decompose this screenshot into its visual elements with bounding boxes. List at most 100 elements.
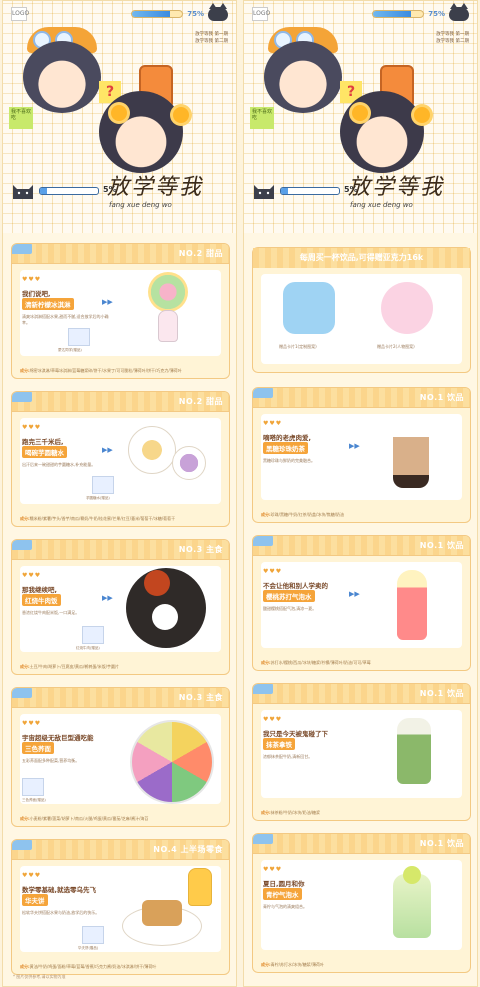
menu-card[interactable]: NO.1 饮品 ♥♥♥ 我只是今天被鬼碰了下 抹茶拿铁 浓郁抹茶配牛奶,清新回甘… (252, 683, 471, 821)
play-icon[interactable]: ▶▶ (102, 298, 113, 306)
thumbnail[interactable] (82, 926, 104, 944)
juice-glass (188, 868, 212, 906)
footer-note: * 图片仅供参考,请以实物为准 (13, 974, 66, 979)
card-body (261, 414, 462, 500)
character-2 (99, 91, 183, 173)
ingredients-text: 土豆/牛肉/胡萝卜/豆腐皮/黄瓜/鹌鹑蛋/米饭/芋圆片 (29, 664, 120, 669)
cat-tab-icon (253, 536, 273, 546)
card-line2: 红烧牛肉饭 (22, 594, 61, 606)
thumbnail[interactable] (92, 476, 114, 494)
card-line2: 清新柠檬冰淇淋 (22, 298, 74, 310)
card-body (20, 270, 221, 356)
noodle-plate (130, 720, 214, 804)
ingredients: 成分:苏打水/樱桃/西瓜/冰块/糖浆/柠檬/薄荷叶/奶油/可可/草莓 (261, 660, 462, 666)
character-1 (264, 41, 342, 113)
cat-tab-icon (12, 244, 32, 254)
menu-card[interactable]: NO.1 饮品 ♥♥♥ 夏日,圆月和你 青柠气泡水 青柠与气泡的清爽组合。 成分… (252, 833, 471, 973)
ingredients-label: 成分: (261, 962, 271, 967)
dessert-image (148, 272, 188, 312)
acrylic-stand-2[interactable] (381, 282, 433, 334)
play-icon[interactable]: ▶▶ (349, 590, 360, 598)
promo-banner[interactable]: 每周买一杯饮品,可得赠亚克力16k 赠品卡片1(定制图案) 赠品卡片2(人物图案… (252, 247, 471, 373)
acrylic-stand-1[interactable] (283, 282, 335, 334)
ingredients: 成分:珍珠/黑糖/牛奶/红茶/奶盖/冰块/焦糖/奶油 (261, 512, 462, 518)
menu-card[interactable]: NO.2 甜品 ♥♥♥ 我们说吧, 清新柠檬冰淇淋 ▶▶ 清爽冰淇淋搭配水果,甜… (11, 243, 230, 379)
hearts-icon: ♥♥♥ (22, 572, 42, 579)
menu-card[interactable]: NO.3 主食 ♥♥♥ 宇宙超级无敌巨型通吃能 三色荞面 五彩荞面配多种配菜,营… (11, 687, 230, 827)
card-line1: 跑完三千米后, (22, 438, 64, 446)
bowl-image (128, 426, 176, 474)
menu-card[interactable]: NO.1 饮品 ♥♥♥ 嘀嗒的老虎肉爱, 黑糖珍珠奶茶 ▶▶ 黑糖珍珠与鲜奶的完… (252, 387, 471, 523)
ingredients-text: 珍珠/黑糖/牛奶/红茶/奶盖/冰块/焦糖/奶油 (270, 512, 345, 517)
card-description: 青柠与气泡的清爽组合。 (263, 904, 307, 909)
menu-card[interactable]: NO.2 甜品 ♥♥♥ 跑完三千米后, 喝碗芋圆糖水 ▶▶ 出汗后来一碗甜甜的芋… (11, 391, 230, 527)
thumbnail[interactable] (22, 778, 44, 796)
hearts-icon: ♥♥♥ (263, 716, 283, 723)
card-line1: 数学零基础,就选零乌先飞 (22, 886, 96, 894)
hud-bar: LOGO 75% (252, 3, 469, 21)
rank-label: NO.3 主食 (178, 545, 223, 554)
stand-caption: 赠品卡片1(定制图案) (279, 344, 317, 349)
hearts-icon: ♥♥♥ (263, 866, 283, 873)
cat-icon (13, 185, 33, 199)
side-note: 放学等我 第二期 (436, 39, 469, 44)
sticky-note: 我不喜欢吃 (9, 107, 33, 129)
ingredients-label: 成分: (20, 964, 30, 969)
side-notes: 放学等我 第一期 放学等我 第二期 (436, 31, 469, 45)
cat-icon (449, 3, 469, 21)
hearts-icon: ♥♥♥ (22, 872, 42, 879)
ingredients-text: 苏打水/樱桃/西瓜/冰块/糖浆/柠檬/薄荷叶/奶油/可可/草莓 (270, 660, 371, 665)
side-notes: 放学等我 第一期 放学等我 第二期 (195, 31, 228, 45)
ingredients: 成分:青柠/苏打水/冰块/糖浆/薄荷叶 (261, 962, 462, 968)
menu-card[interactable]: NO.4 上半场零食 ♥♥♥ 数学零基础,就选零乌先飞 华夫饼 松软华夫饼搭配水… (11, 839, 230, 975)
play-icon[interactable]: ▶▶ (102, 446, 113, 454)
rice-bowl (152, 604, 178, 630)
menu-card[interactable]: NO.1 饮品 ♥♥♥ 不会让他和别人学卖的 樱桃苏打气泡水 ▶▶ 酸甜樱桃搭配… (252, 535, 471, 671)
card-header: NO.1 饮品 (253, 536, 470, 556)
thumbnail[interactable] (82, 626, 104, 644)
cat-tab-icon (12, 840, 32, 850)
ingredients: 成分:抹茶粉/牛奶/冰块/奶油/糖浆 (261, 810, 462, 816)
play-icon[interactable]: ▶▶ (349, 442, 360, 450)
ingredients-text: 黄油/牛奶/鸡蛋/面粉/草莓/蓝莓/香蕉/巧克力酱/奶油/冰淇淋/饼干/薄荷叶 (29, 964, 157, 969)
cat-tab-icon (253, 684, 273, 694)
card-header: NO.3 主食 (12, 688, 229, 708)
cat-icon (254, 185, 274, 199)
ingredients-text: 青柠/苏打水/冰块/糖浆/薄荷叶 (270, 962, 324, 967)
ingredients: 成分:糯米粉/紫薯/芋头/香芋/南瓜/椰奶/牛奶/桂花蜜/芒果/红豆/薏米/葡萄… (20, 516, 221, 522)
cat-tab-icon (12, 688, 32, 698)
thumbnail[interactable] (68, 328, 90, 346)
header: LOGO 75% ? 我不喜欢吃 放学等我 第一期 放学等我 第二期 5% 放学… (3, 1, 236, 233)
cat-tab-icon (12, 540, 32, 550)
card-line1: 宇宙超级无敌巨型通吃能 (22, 734, 94, 742)
hearts-icon: ♥♥♥ (22, 424, 42, 431)
ingredients: 成分:绵密冰淇淋/草莓冰淇淋/蓝莓糖浆碎/饼干/水果丁/可可脆粒/薄荷叶/饼干/… (20, 368, 221, 374)
menu-card[interactable]: NO.3 主食 ♥♥♥ 那我继续吧, 红烧牛肉饭 ▶▶ 香浓红烧牛肉配米饭,一口… (11, 539, 230, 675)
card-description: 浓郁抹茶配牛奶,清新回甘。 (263, 754, 313, 759)
milk-tea-cup (393, 424, 429, 488)
promo-title: 每周买一杯饮品,可得赠亚克力16k (253, 248, 470, 268)
ingredients-text: 小麦粉/紫薯/菠菜/胡萝卜/南瓜/火腿/鸡蛋/黄瓜/番茄/芝麻/酱汁/海苔 (29, 816, 149, 821)
card-line2: 青柠气泡水 (263, 888, 302, 900)
card-description: 清爽冰淇淋搭配水果,甜而不腻,适合放学后的小确幸。 (22, 314, 109, 325)
hud-percent: 75% (428, 10, 445, 18)
hud-bar: LOGO 75% (11, 3, 228, 21)
waffle-image (142, 900, 182, 926)
sticky-note: 我不喜欢吃 (250, 107, 274, 129)
hearts-icon: ♥♥♥ (22, 276, 42, 283)
glass-image (158, 310, 178, 342)
play-icon[interactable]: ▶▶ (102, 594, 113, 602)
ingredients-label: 成分: (261, 660, 271, 665)
hud-percent: 75% (187, 10, 204, 18)
side-note: 放学等我 第一期 (195, 32, 228, 37)
ingredients-text: 糯米粉/紫薯/芋头/香芋/南瓜/椰奶/牛奶/桂花蜜/芒果/红豆/薏米/葡萄干/冰… (29, 516, 176, 521)
flower-icon (352, 105, 368, 121)
rank-label: NO.3 主食 (178, 693, 223, 702)
hud-progress (131, 10, 184, 18)
ingredients-label: 成分: (261, 810, 271, 815)
header: LOGO 75% ? 我不喜欢吃 放学等我 第一期 放学等我 第二期 5% 放学… (244, 1, 477, 233)
thumbnail-caption: 红烧牛肉(赠品) (76, 646, 100, 650)
card-line1: 我们说吧, (22, 290, 51, 298)
ingredients-label: 成分: (20, 368, 30, 373)
card-description: 香浓红烧牛肉配米饭,一口满足。 (22, 610, 80, 615)
